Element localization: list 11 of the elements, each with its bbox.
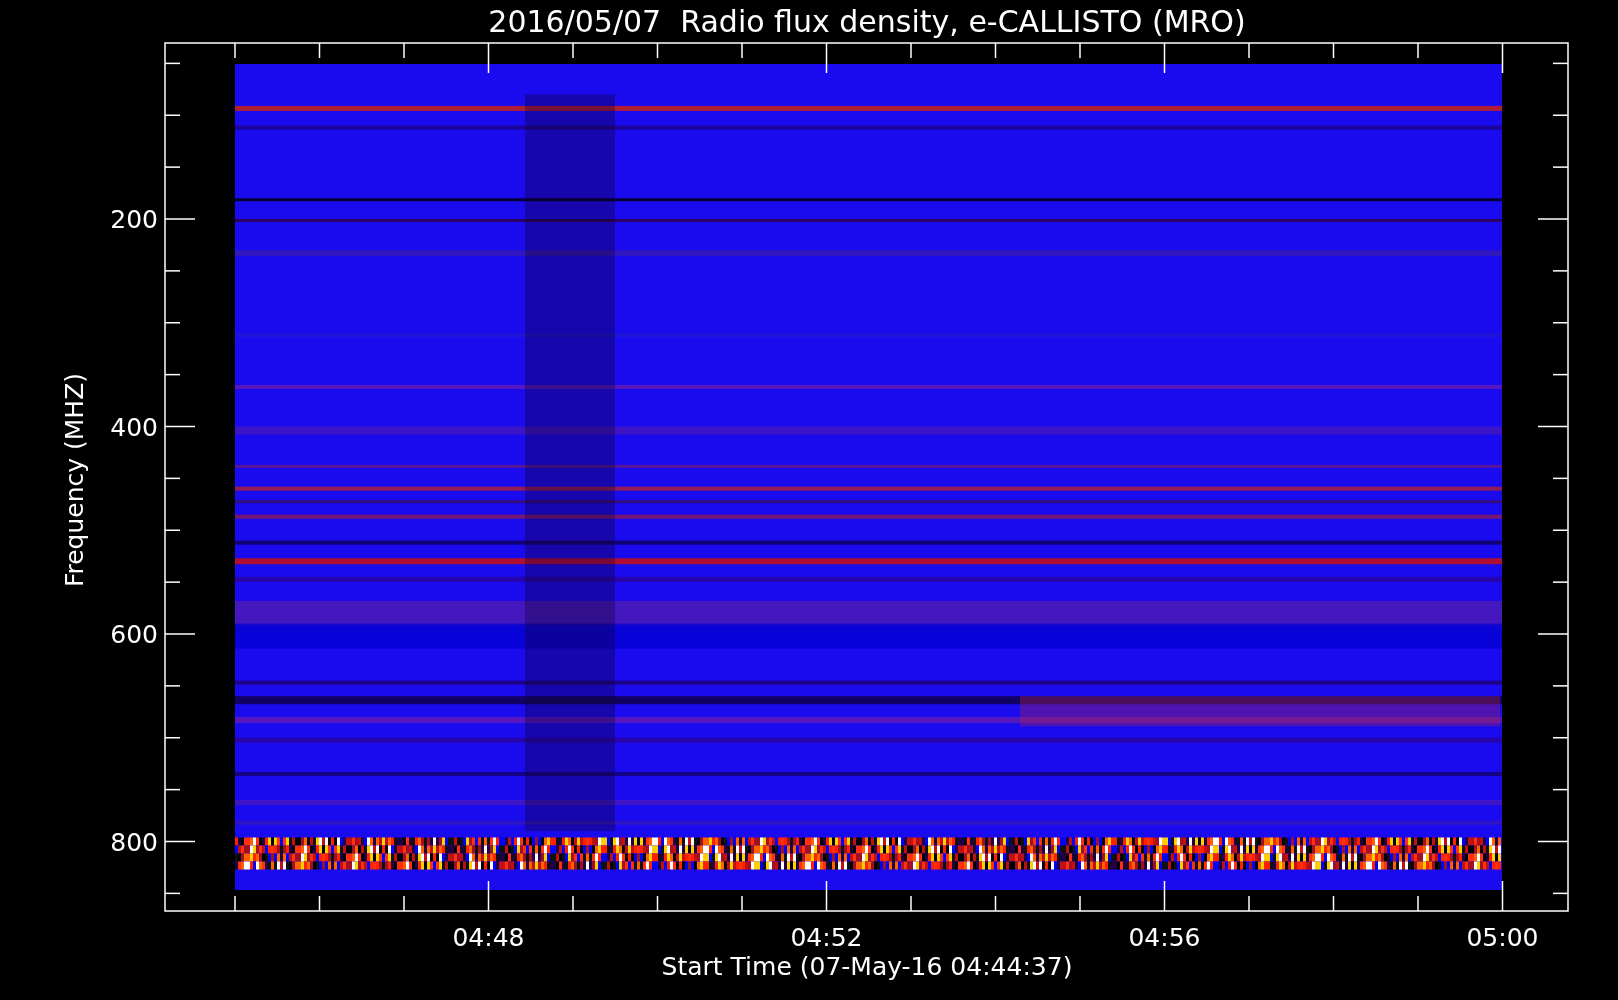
x-tick-label: 04:52: [790, 923, 863, 952]
x-tick-label: 04:48: [452, 923, 525, 952]
x-tick-label: 05:00: [1466, 923, 1539, 952]
y-tick-label: 200: [110, 205, 158, 234]
y-axis-label: Frequency (MHZ): [60, 372, 89, 588]
y-tick-label: 600: [110, 620, 158, 649]
x-tick-label: 04:56: [1128, 923, 1201, 952]
y-tick-label: 800: [110, 827, 158, 857]
x-axis-label: Start Time (07-May-16 04:44:37): [661, 952, 1073, 981]
chart-title: 2016/05/07 Radio flux density, e-CALLISTO (MRO): [488, 4, 1246, 39]
y-tick-label: 400: [110, 412, 158, 442]
